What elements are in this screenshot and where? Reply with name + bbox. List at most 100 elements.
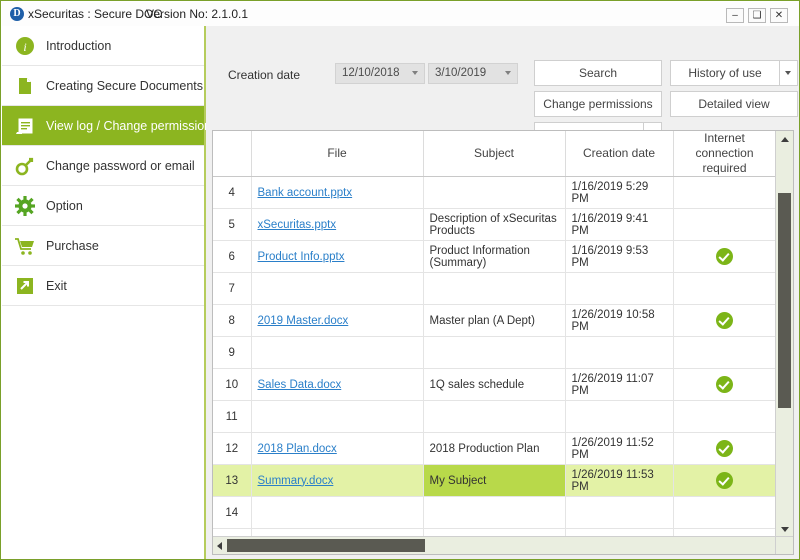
- internet-required-cell[interactable]: [673, 496, 776, 529]
- change-permissions-button[interactable]: Change permissions: [534, 91, 662, 117]
- file-cell[interactable]: Sales Data.docx: [251, 368, 424, 401]
- file-cell[interactable]: [251, 400, 424, 433]
- minimize-button[interactable]: –: [726, 8, 744, 23]
- subject-cell[interactable]: [423, 336, 566, 369]
- row-number-cell[interactable]: 6: [213, 240, 252, 273]
- table-row[interactable]: 11: [213, 400, 776, 433]
- creation-date-cell[interactable]: 1/26/2019 11:52 PM: [565, 432, 674, 465]
- internet-required-cell[interactable]: [673, 432, 776, 465]
- internet-required-cell[interactable]: [673, 208, 776, 241]
- scroll-up-button[interactable]: [776, 132, 793, 147]
- row-number-cell[interactable]: 4: [213, 176, 252, 209]
- table-row[interactable]: 4 Bank account.pptx 1/16/2019 5:29 PM: [213, 176, 776, 209]
- table-row[interactable]: 13 Summary.docx My Subject 1/26/2019 11:53 …: [213, 464, 776, 497]
- table-row[interactable]: 14: [213, 496, 776, 529]
- close-button[interactable]: ✕: [770, 8, 788, 23]
- row-number-cell[interactable]: 8: [213, 304, 252, 337]
- vertical-scrollbar-thumb[interactable]: [778, 193, 791, 408]
- history-of-use-button[interactable]: History of use: [671, 61, 779, 85]
- creation-date-cell[interactable]: [565, 400, 674, 433]
- row-number-cell[interactable]: 14: [213, 496, 252, 529]
- creation-date-cell[interactable]: 1/16/2019 9:53 PM: [565, 240, 674, 273]
- internet-required-cell[interactable]: [673, 304, 776, 337]
- column-header-internet-connection-required[interactable]: Internet connection required: [673, 131, 776, 177]
- creation-date-cell[interactable]: 1/16/2019 9:41 PM: [565, 208, 674, 241]
- internet-required-cell[interactable]: [673, 336, 776, 369]
- file-link[interactable]: xSecuritas.pptx: [258, 219, 337, 231]
- creation-date-cell[interactable]: [565, 496, 674, 529]
- internet-required-cell[interactable]: [673, 464, 776, 497]
- horizontal-scrollbar[interactable]: [213, 536, 793, 554]
- vertical-scrollbar[interactable]: [775, 131, 793, 537]
- subject-cell[interactable]: [423, 272, 566, 305]
- sidebar-item-option[interactable]: Option: [2, 186, 204, 226]
- horizontal-scrollbar-thumb[interactable]: [227, 539, 425, 552]
- scroll-left-button[interactable]: [213, 537, 227, 554]
- subject-cell[interactable]: 2018 Production Plan: [423, 432, 566, 465]
- internet-required-cell[interactable]: [673, 176, 776, 209]
- date-from-input[interactable]: 12/10/2018: [335, 63, 425, 84]
- creation-date-cell[interactable]: 1/26/2019 11:53 PM: [565, 464, 674, 497]
- file-cell[interactable]: [251, 496, 424, 529]
- internet-required-cell[interactable]: [673, 400, 776, 433]
- sidebar-item-exit[interactable]: Exit: [2, 266, 204, 306]
- table-row[interactable]: 10 Sales Data.docx 1Q sales schedule 1/26/2…: [213, 368, 776, 401]
- internet-required-cell[interactable]: [673, 272, 776, 305]
- subject-cell[interactable]: [423, 496, 566, 529]
- subject-cell[interactable]: Master plan (A Dept): [423, 304, 566, 337]
- sidebar-item-introduction[interactable]: i Introduction: [2, 26, 204, 66]
- creation-date-cell[interactable]: 1/16/2019 5:29 PM: [565, 176, 674, 209]
- table-row[interactable]: 12 2018 Plan.docx 2018 Production Plan 1/26…: [213, 432, 776, 465]
- row-number-cell[interactable]: 11: [213, 400, 252, 433]
- sidebar-item-creating-secure-documents[interactable]: Creating Secure Documents: [2, 66, 204, 106]
- history-of-use-split-button[interactable]: History of use: [670, 60, 798, 86]
- maximize-button[interactable]: ❑: [748, 8, 766, 23]
- file-cell[interactable]: Bank account.pptx: [251, 176, 424, 209]
- row-number-cell[interactable]: 10: [213, 368, 252, 401]
- creation-date-cell[interactable]: 1/26/2019 11:07 PM: [565, 368, 674, 401]
- creation-date-cell[interactable]: [565, 272, 674, 305]
- column-header-rownum[interactable]: [213, 131, 252, 177]
- file-link[interactable]: 2019 Master.docx: [258, 315, 349, 327]
- row-number-cell[interactable]: 9: [213, 336, 252, 369]
- sidebar-item-view-log-change-permissions[interactable]: View log / Change permissions: [2, 106, 217, 146]
- row-number-cell[interactable]: 7: [213, 272, 252, 305]
- sidebar-item-change-password-or-email[interactable]: Change password or email: [2, 146, 204, 186]
- subject-cell[interactable]: Description of xSecuritas Products: [423, 208, 566, 241]
- subject-cell[interactable]: [423, 176, 566, 209]
- table-row[interactable]: 5 xSecuritas.pptx Description of xSecurita…: [213, 208, 776, 241]
- subject-cell[interactable]: 1Q sales schedule: [423, 368, 566, 401]
- row-number-cell[interactable]: 13: [213, 464, 252, 497]
- file-link[interactable]: Sales Data.docx: [258, 379, 342, 391]
- file-link[interactable]: Bank account.pptx: [258, 187, 353, 199]
- subject-cell[interactable]: Product Information (Summary): [423, 240, 566, 273]
- search-button[interactable]: Search: [534, 60, 662, 86]
- detailed-view-button[interactable]: Detailed view: [670, 91, 798, 117]
- scroll-down-button[interactable]: [776, 521, 793, 536]
- sidebar-item-purchase[interactable]: Purchase: [2, 226, 204, 266]
- table-row[interactable]: 7: [213, 272, 776, 305]
- date-to-input[interactable]: 3/10/2019: [428, 63, 518, 84]
- internet-required-cell[interactable]: [673, 368, 776, 401]
- file-cell[interactable]: [251, 272, 424, 305]
- table-row[interactable]: 9: [213, 336, 776, 369]
- file-cell[interactable]: [251, 336, 424, 369]
- row-number-cell[interactable]: 12: [213, 432, 252, 465]
- file-cell[interactable]: xSecuritas.pptx: [251, 208, 424, 241]
- file-cell[interactable]: 2019 Master.docx: [251, 304, 424, 337]
- subject-cell[interactable]: [423, 400, 566, 433]
- column-header-file[interactable]: File: [251, 131, 424, 177]
- file-link[interactable]: 2018 Plan.docx: [258, 443, 337, 455]
- file-cell[interactable]: Summary.docx: [251, 464, 424, 497]
- table-row[interactable]: 6 Product Info.pptx Product Information (S…: [213, 240, 776, 273]
- column-header-creation-date[interactable]: Creation date: [565, 131, 674, 177]
- internet-required-cell[interactable]: [673, 240, 776, 273]
- creation-date-cell[interactable]: [565, 336, 674, 369]
- chevron-down-icon[interactable]: [779, 61, 797, 85]
- file-cell[interactable]: Product Info.pptx: [251, 240, 424, 273]
- row-number-cell[interactable]: 5: [213, 208, 252, 241]
- column-header-subject[interactable]: Subject: [423, 131, 566, 177]
- file-link[interactable]: Summary.docx: [258, 475, 334, 487]
- file-link[interactable]: Product Info.pptx: [258, 251, 345, 263]
- table-row[interactable]: 8 2019 Master.docx Master plan (A Dept) 1/2…: [213, 304, 776, 337]
